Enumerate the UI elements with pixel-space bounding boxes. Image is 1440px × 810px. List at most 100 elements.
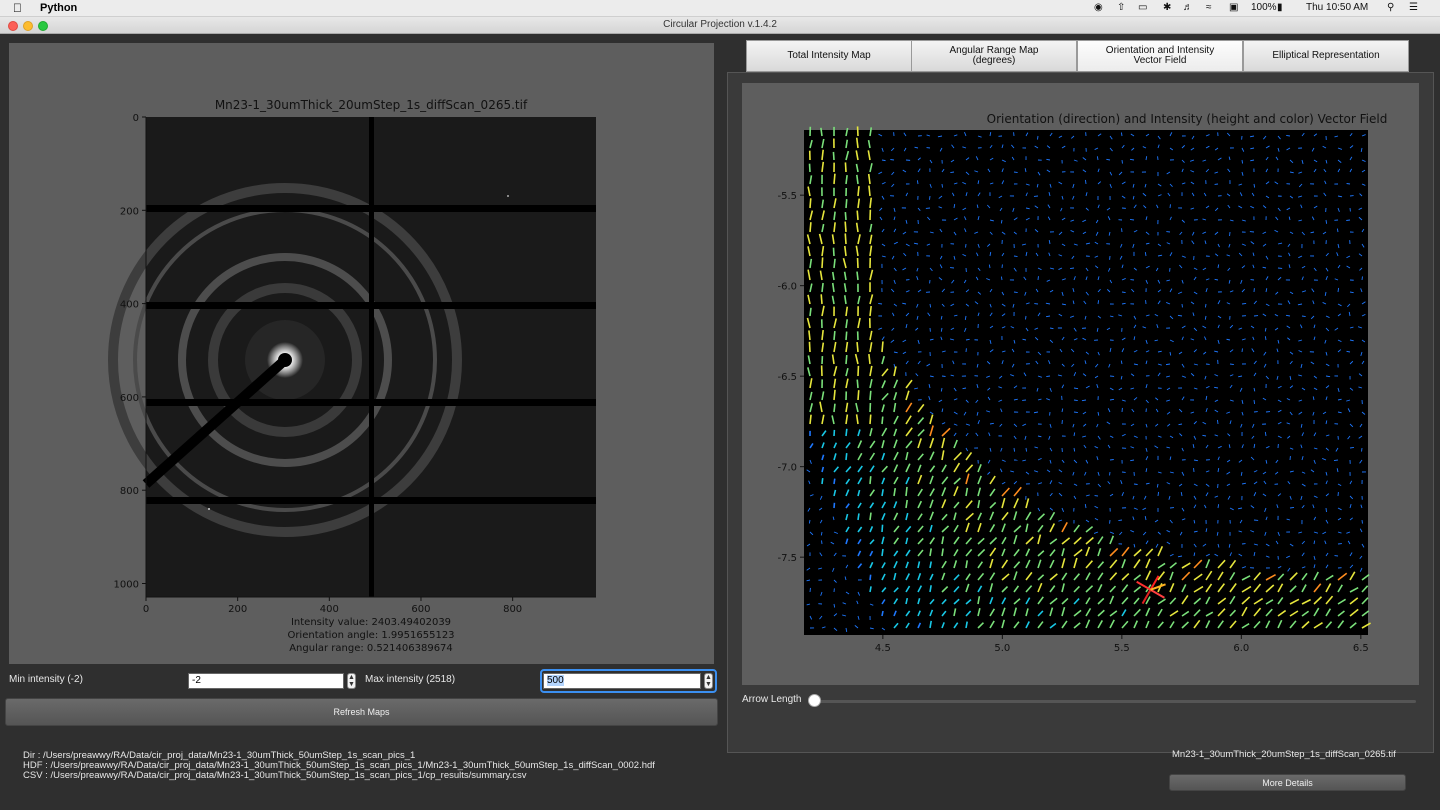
vector-arrow bbox=[1229, 363, 1234, 365]
vector-arrow bbox=[821, 257, 824, 269]
vector-arrow bbox=[821, 478, 824, 485]
vector-arrow bbox=[1129, 218, 1135, 221]
vector-arrow bbox=[881, 341, 884, 353]
chart-y-ticks: -5.5 -6.0 -6.5 -7.0 -7.5 bbox=[777, 191, 804, 564]
vector-arrow bbox=[809, 222, 812, 233]
chart-x-ticks: 4.5 5.0 5.5 6.0 6.5 bbox=[875, 635, 1369, 654]
window-title: Circular Projection v.1.4.2 bbox=[663, 19, 777, 30]
vector-arrow bbox=[1013, 255, 1018, 257]
vector-arrow bbox=[856, 341, 859, 353]
more-details-button[interactable]: More Details bbox=[1169, 774, 1406, 791]
vector-arrow bbox=[1333, 459, 1339, 462]
wifi-icon[interactable]: ≈ bbox=[1206, 2, 1212, 13]
vector-arrow bbox=[1109, 459, 1114, 461]
x-tick-label: 0 bbox=[143, 604, 149, 615]
vector-arrow bbox=[809, 414, 812, 425]
vector-arrow bbox=[845, 453, 848, 461]
apple-icon[interactable]:  bbox=[13, 1, 22, 15]
airplay-icon[interactable]: ▭ bbox=[1138, 2, 1147, 13]
vector-arrow bbox=[808, 519, 811, 524]
vector-arrow bbox=[857, 513, 860, 521]
vector-arrow bbox=[1046, 375, 1051, 378]
vector-arrow bbox=[856, 210, 859, 221]
vector-arrow bbox=[905, 486, 908, 497]
vector-arrow bbox=[965, 338, 970, 341]
vector-arrow bbox=[845, 354, 848, 365]
vector-arrow bbox=[881, 610, 884, 617]
vector-arrow bbox=[869, 414, 872, 425]
vector-arrow bbox=[833, 211, 836, 221]
tab-3[interactable]: Elliptical Representation bbox=[1243, 40, 1409, 72]
app-name[interactable]: Python bbox=[40, 2, 77, 14]
x-tick-label: 6.5 bbox=[1353, 643, 1369, 654]
tab-label: Total Intensity Map bbox=[787, 51, 870, 61]
vector-arrow bbox=[856, 379, 859, 389]
tab-label-line2: Vector Field bbox=[1133, 55, 1187, 66]
vector-arrow bbox=[1325, 219, 1328, 224]
battery-percent[interactable]: 100% bbox=[1251, 2, 1277, 13]
vector-arrow bbox=[1157, 491, 1160, 497]
vector-arrow bbox=[1097, 300, 1100, 305]
vector-field-chart[interactable]: Orientation (direction) and Intensity (h… bbox=[742, 83, 1419, 685]
arrow-length-slider-handle[interactable] bbox=[808, 694, 821, 707]
vector-arrow bbox=[1165, 363, 1171, 366]
tab-label: Orientation and Intensity Vector Field bbox=[1106, 46, 1214, 66]
image-plot-panel: Mn23-1_30umThick_20umStep_1s_diffScan_02… bbox=[9, 43, 714, 664]
vector-arrow bbox=[1121, 291, 1126, 293]
min-intensity-stepper[interactable]: ▲ ▼ bbox=[347, 673, 356, 689]
tab-2[interactable]: Orientation and Intensity Vector Field bbox=[1077, 40, 1243, 72]
vector-arrow bbox=[845, 428, 848, 437]
max-intensity-label: Max intensity (2518) bbox=[365, 674, 456, 685]
x-tick-label: 800 bbox=[503, 604, 522, 615]
refresh-maps-button[interactable]: Refresh Maps bbox=[5, 698, 718, 726]
vector-arrow bbox=[1073, 411, 1078, 414]
chart-title: Orientation (direction) and Intensity (h… bbox=[987, 112, 1388, 126]
vector-arrow bbox=[833, 173, 836, 185]
sync-icon[interactable]: ⇧ bbox=[1117, 2, 1125, 13]
vector-arrow bbox=[1337, 287, 1340, 293]
y-tick-label: -6.5 bbox=[777, 372, 797, 383]
vector-arrow bbox=[845, 175, 848, 185]
vector-arrow bbox=[1069, 267, 1075, 270]
vector-arrow bbox=[929, 303, 932, 308]
x-tick-label: 4.5 bbox=[875, 643, 891, 654]
y-tick-label: 1000 bbox=[114, 580, 139, 591]
vector-arrow bbox=[868, 185, 871, 197]
max-intensity-stepper[interactable]: ▲ ▼ bbox=[704, 673, 713, 689]
vector-arrow bbox=[1253, 399, 1256, 405]
search-icon[interactable]: ⚲ bbox=[1387, 2, 1394, 13]
vector-arrow bbox=[845, 331, 848, 341]
vector-arrow bbox=[1301, 315, 1306, 318]
diffraction-image bbox=[108, 117, 596, 597]
vector-arrow bbox=[941, 548, 944, 557]
clock[interactable]: Thu 10:50 AM bbox=[1306, 2, 1368, 13]
vector-arrow bbox=[869, 390, 872, 401]
volume-icon[interactable]: ♬ bbox=[1183, 2, 1193, 13]
vector-arrow bbox=[845, 199, 848, 209]
bluetooth-icon[interactable]: ✱ bbox=[1163, 2, 1171, 13]
list-icon[interactable]: ☰ bbox=[1409, 2, 1418, 13]
tab-label: Elliptical Representation bbox=[1272, 51, 1379, 61]
vector-arrow bbox=[1253, 183, 1256, 188]
vector-arrow bbox=[857, 186, 860, 197]
orientation-angle-text: Orientation angle: 1.9951655123 bbox=[287, 630, 454, 641]
plot-area bbox=[804, 130, 1368, 635]
vector-arrow bbox=[1217, 419, 1219, 425]
notes-icon[interactable]: ▣ bbox=[1229, 2, 1238, 13]
vector-arrow bbox=[844, 162, 847, 173]
vector-arrow bbox=[832, 151, 835, 161]
tab-1[interactable]: Angular Range Map (degrees) bbox=[911, 40, 1077, 72]
vector-arrow bbox=[1013, 291, 1018, 293]
vector-arrow bbox=[1096, 156, 1099, 161]
messages-icon[interactable]: ◉ bbox=[1094, 2, 1103, 13]
diffraction-plot[interactable]: Mn23-1_30umThick_20umStep_1s_diffScan_02… bbox=[9, 43, 714, 664]
arrow-length-slider-track[interactable] bbox=[812, 700, 1416, 703]
x-tick-label: 5.0 bbox=[994, 643, 1010, 654]
main-area: Mn23-1_30umThick_20umStep_1s_diffScan_02… bbox=[0, 34, 1440, 810]
max-intensity-input[interactable]: 500 bbox=[543, 673, 701, 689]
tab-0[interactable]: Total Intensity Map bbox=[746, 40, 912, 72]
battery-icon[interactable]: ▮ bbox=[1277, 2, 1283, 13]
min-intensity-input[interactable]: -2 bbox=[188, 673, 344, 689]
vector-arrow bbox=[881, 548, 884, 557]
vector-arrow bbox=[1120, 132, 1123, 137]
